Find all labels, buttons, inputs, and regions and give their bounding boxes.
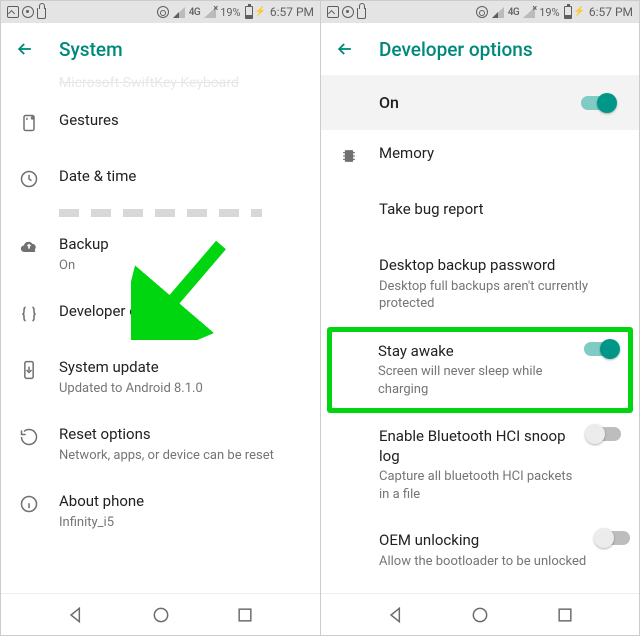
row-title: Developer options (59, 302, 302, 322)
charging-icon: ⚡ (574, 7, 585, 17)
clock: 6:57 PM (270, 5, 314, 19)
header: Developer options (321, 23, 639, 75)
row-memory[interactable]: Memory (321, 130, 639, 186)
nav-back-icon[interactable] (386, 605, 406, 625)
cloud-upload-icon (19, 235, 59, 261)
signal-2-icon (523, 7, 535, 18)
navigation-bar (321, 593, 639, 635)
row-desktop-backup-password[interactable]: Desktop backup password Desktop full bac… (321, 242, 639, 327)
row-stay-awake[interactable]: Stay awake Screen will never sleep while… (340, 342, 574, 399)
navigation-bar (1, 593, 320, 635)
picture-notification-icon (327, 6, 339, 18)
row-subtitle: On (59, 257, 302, 275)
row-title: Date & time (59, 167, 302, 187)
row-title: Enable Bluetooth HCI snoop log (379, 427, 577, 466)
row-title: Memory (379, 144, 621, 164)
clock-icon (19, 167, 59, 193)
row-title: Desktop backup password (379, 256, 621, 276)
back-arrow-icon[interactable] (335, 39, 355, 59)
content-area[interactable]: Microsoft SwiftKey Keyboard Gestures Dat… (1, 75, 320, 593)
row-about-phone[interactable]: About phone Infinity_i5 (1, 478, 320, 545)
row-title: About phone (59, 492, 302, 512)
battery-icon (245, 6, 253, 19)
nav-recents-icon[interactable] (235, 605, 255, 625)
row-title: Stay awake (378, 342, 574, 362)
gestures-icon (19, 111, 59, 137)
master-toggle-row[interactable]: On (321, 75, 639, 130)
row-reset-options[interactable]: Reset options Network, apps, or device c… (1, 411, 320, 478)
row-subtitle: Updated to Android 8.1.0 (59, 380, 302, 398)
row-title: OEM unlocking (379, 531, 586, 551)
info-icon (19, 492, 59, 518)
row-take-bug-report[interactable]: Take bug report (321, 186, 639, 242)
battery-pct: 19% (220, 6, 240, 19)
nav-recents-icon[interactable] (555, 605, 575, 625)
oem-unlocking-toggle[interactable] (596, 531, 630, 545)
reset-icon (19, 425, 59, 451)
row-backup[interactable]: Backup On (1, 221, 320, 288)
row-developer-options[interactable]: Developer options (1, 288, 320, 344)
nav-back-icon[interactable] (66, 605, 86, 625)
phone-left: 4G 19% ⚡ 6:57 PM System Microsoft SwiftK… (1, 1, 320, 635)
page-title: Developer options (379, 38, 533, 61)
row-bluetooth-hci[interactable]: Enable Bluetooth HCI snoop log Capture a… (321, 413, 639, 517)
row-gestures[interactable]: Gestures (1, 97, 320, 153)
screenshot-notification-icon (22, 6, 34, 18)
row-title: Take bug report (379, 200, 621, 220)
clock: 6:57 PM (589, 5, 633, 19)
battery-pct: 19% (539, 6, 559, 19)
cut-off-item: Microsoft SwiftKey Keyboard (1, 75, 320, 97)
row-title: Reset options (59, 425, 302, 445)
lock-icon (357, 8, 366, 19)
gps-icon (157, 6, 169, 18)
network-label: 4G (508, 7, 520, 18)
row-subtitle: Screen will never sleep while charging (378, 363, 574, 398)
lock-icon (37, 8, 46, 19)
annotation-highlight-box: Stay awake Screen will never sleep while… (327, 327, 633, 414)
picture-notification-icon (7, 6, 19, 18)
phone-right: 4G 19% ⚡ 6:57 PM Developer options On Me… (320, 1, 639, 635)
header: System (1, 23, 320, 75)
row-oem-unlocking[interactable]: OEM unlocking Allow the bootloader to be… (321, 517, 639, 574)
gps-icon (476, 6, 488, 18)
charging-icon: ⚡ (255, 7, 266, 17)
content-area[interactable]: On Memory Take bug report Desktop backup… (321, 75, 639, 593)
battery-icon (564, 6, 572, 19)
row-subtitle: Network, apps, or device can be reset (59, 447, 302, 465)
nav-home-icon[interactable] (151, 605, 171, 625)
row-date-time[interactable]: Date & time (1, 153, 320, 209)
row-subtitle: Desktop full backups aren't currently pr… (379, 278, 621, 313)
nav-home-icon[interactable] (470, 605, 490, 625)
master-toggle[interactable] (581, 96, 615, 110)
signal-1-icon (173, 7, 185, 18)
row-subtitle: Allow the bootloader to be unlocked (379, 553, 586, 571)
signal-2-icon (204, 7, 216, 18)
status-bar: 4G 19% ⚡ 6:57 PM (321, 1, 639, 23)
divider (59, 209, 262, 217)
status-bar: 4G 19% ⚡ 6:57 PM (1, 1, 320, 23)
row-subtitle: Infinity_i5 (59, 514, 302, 532)
memory-chip-icon (339, 144, 379, 170)
master-on-label: On (379, 93, 399, 112)
network-label: 4G (189, 7, 201, 18)
braces-icon (19, 302, 59, 328)
page-title: System (59, 38, 123, 61)
row-title: System update (59, 358, 302, 378)
row-title: Backup (59, 235, 302, 255)
bluetooth-hci-toggle[interactable] (587, 427, 621, 441)
row-subtitle: Capture all bluetooth HCI packets in a f… (379, 468, 577, 503)
row-system-update[interactable]: System update Updated to Android 8.1.0 (1, 344, 320, 411)
system-update-icon (19, 358, 59, 384)
stay-awake-toggle[interactable] (584, 342, 618, 356)
back-arrow-icon[interactable] (15, 39, 35, 59)
signal-1-icon (492, 7, 504, 18)
screenshot-notification-icon (342, 6, 354, 18)
row-title: Gestures (59, 111, 302, 131)
